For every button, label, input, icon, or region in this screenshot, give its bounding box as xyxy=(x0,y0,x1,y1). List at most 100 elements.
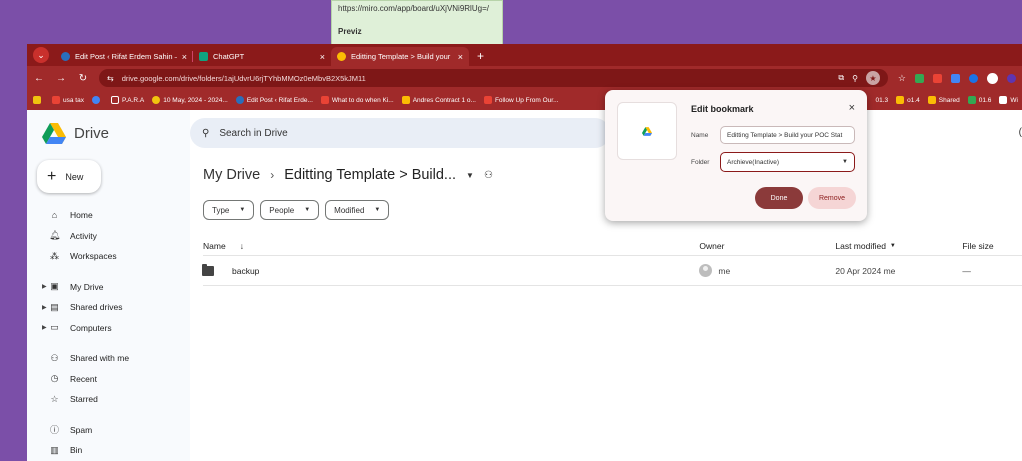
sort-arrow-icon[interactable]: ↓ xyxy=(240,241,244,251)
bookmark-folder[interactable]: P.A.R.A xyxy=(110,96,144,104)
sidebar-item-shared-drives[interactable]: ▶ ▤ Shared drives xyxy=(27,297,190,318)
drive-icon xyxy=(401,96,410,104)
my-drive-icon: ▣ xyxy=(50,281,59,292)
remove-button[interactable]: Remove xyxy=(808,187,856,209)
extension-icon[interactable] xyxy=(987,72,998,84)
breadcrumb-current[interactable]: Editting Template > Build... xyxy=(284,167,456,183)
filter-people[interactable]: People ▼ xyxy=(260,200,320,220)
sidebar-item-spam[interactable]: ⓘ Spam xyxy=(27,420,190,441)
bookmark-item[interactable]: Edit Post ‹ Rifat Erde... xyxy=(235,96,313,104)
filter-modified[interactable]: Modified ▼ xyxy=(325,200,390,220)
drive-icon xyxy=(337,52,346,61)
reload-icon[interactable]: ↻ xyxy=(77,73,89,84)
sidebar-item-starred[interactable]: ☆ Starred xyxy=(27,389,190,410)
sidebar-item-bin[interactable]: ▥ Bin xyxy=(27,440,190,461)
search-input[interactable]: ⚲ Search in Drive xyxy=(190,118,610,148)
bookmark-item[interactable]: 01.6 xyxy=(967,96,991,104)
clock-icon: ◷ xyxy=(50,373,59,384)
back-icon[interactable]: ← xyxy=(33,73,45,84)
computer-icon: ▭ xyxy=(50,322,59,333)
sidebar-item-my-drive[interactable]: ▶ ▣ My Drive xyxy=(27,277,190,298)
gmail-icon xyxy=(320,96,329,104)
cell-owner: me xyxy=(699,264,835,277)
tab-chatgpt[interactable]: ChatGPT × xyxy=(193,47,331,66)
bookmarks-bar: usa tax P.A.R.A 10 May, 2024 - 2024... E… xyxy=(27,90,1022,110)
expand-caret-icon[interactable]: ▶ xyxy=(42,324,47,331)
help-icon[interactable]: ( xyxy=(1019,127,1022,138)
close-tab-icon[interactable]: × xyxy=(182,52,187,62)
tab-drive[interactable]: Editting Template > Build your × xyxy=(331,47,469,66)
new-tab-icon[interactable]: + xyxy=(477,49,484,63)
bookmark-name-input[interactable]: Editting Template > Build your POC Stat xyxy=(720,126,855,144)
bookmark-thumbnail xyxy=(617,102,677,160)
sidebar-item-workspaces[interactable]: ⁂ Workspaces xyxy=(27,246,190,267)
bookmark-item[interactable] xyxy=(33,96,44,104)
folder-select[interactable]: Archieve(Inactive) ▼ xyxy=(720,152,855,172)
bookmark-item[interactable]: usa tax xyxy=(52,96,84,104)
close-tab-icon[interactable]: × xyxy=(320,52,325,62)
shared-folder-icon[interactable]: ⚇ xyxy=(484,170,493,181)
expand-caret-icon[interactable]: ▶ xyxy=(42,283,47,290)
edit-bookmark-dialog: Edit bookmark × Name Editting Template >… xyxy=(605,90,867,221)
bookmarks-bar-right: 01.3 o1.4 Shared 01.6 Wi xyxy=(875,96,1022,104)
close-tab-icon[interactable]: × xyxy=(458,52,463,62)
avatar xyxy=(699,264,713,277)
filter-type[interactable]: Type ▼ xyxy=(203,200,255,220)
column-name[interactable]: Name ↓ xyxy=(203,241,699,251)
bookmark-item[interactable]: 01.3 xyxy=(875,96,888,104)
new-button[interactable]: + New xyxy=(37,160,101,193)
bookmark-favicon xyxy=(999,96,1008,104)
sidebar-item-recent[interactable]: ◷ Recent xyxy=(27,369,190,390)
sidebar: Drive + New ⌂ Home 🔔︎ Activity ⁂ Workspaces… xyxy=(27,110,190,461)
bookmark-star-icon[interactable]: ★ xyxy=(865,71,880,85)
extension-icon[interactable] xyxy=(951,73,960,83)
sidebar-item-activity[interactable]: 🔔︎ Activity xyxy=(27,226,190,247)
drive-icon xyxy=(927,96,936,104)
bookmark-item[interactable]: Follow Up From Our... xyxy=(483,96,559,104)
star-icon: ☆ xyxy=(50,393,59,404)
table-row[interactable]: backup me 20 Apr 2024 me — xyxy=(202,256,1022,286)
column-last-modified[interactable]: Last modified ▼ xyxy=(835,241,962,251)
close-icon[interactable]: × xyxy=(849,102,855,114)
address-bar[interactable]: ⇆ drive.google.com/drive/folders/1ajUdvr… xyxy=(99,69,888,87)
home-icon: ⌂ xyxy=(51,210,58,221)
file-name: backup xyxy=(232,265,260,276)
forward-icon[interactable]: → xyxy=(55,73,67,84)
bookmark-item[interactable]: Shared xyxy=(927,96,960,104)
star-extension-icon[interactable]: ☆ xyxy=(898,73,906,84)
tab-search-icon[interactable]: ⌄ xyxy=(33,47,49,63)
toolbar: ← → ↻ ⇆ drive.google.com/drive/folders/1… xyxy=(27,66,1022,90)
drive-logo-icon xyxy=(42,123,66,144)
folder-icon xyxy=(110,96,119,104)
people-icon: ⚇ xyxy=(50,352,59,363)
tab-edit-post[interactable]: Edit Post ‹ Rifat Erdem Sahin — × xyxy=(55,47,193,66)
breadcrumb-root[interactable]: My Drive xyxy=(203,167,260,183)
bookmark-item[interactable]: Andres Contract 1 o... xyxy=(401,96,476,104)
sidebar-item-computers[interactable]: ▶ ▭ Computers xyxy=(27,318,190,339)
new-label: New xyxy=(65,171,84,182)
open-in-app-icon[interactable]: ⧉ xyxy=(838,73,844,83)
bookmark-item[interactable]: Wi xyxy=(999,96,1018,104)
chevron-down-icon: ▼ xyxy=(842,159,848,165)
drive-logo[interactable]: Drive xyxy=(42,123,109,144)
extension-icon[interactable] xyxy=(933,73,942,83)
extension-icon[interactable] xyxy=(915,73,924,83)
sidebar-item-shared-with-me[interactable]: ⚇ Shared with me xyxy=(27,348,190,369)
done-button[interactable]: Done xyxy=(755,187,803,209)
extension-icon[interactable] xyxy=(1007,73,1016,83)
expand-caret-icon[interactable]: ▶ xyxy=(42,304,47,311)
tab-title: Edit Post ‹ Rifat Erdem Sahin — xyxy=(75,52,177,61)
bookmark-item[interactable]: o1.4 xyxy=(896,96,920,104)
extension-icon[interactable] xyxy=(969,73,978,83)
sidebar-nav: ⌂ Home 🔔︎ Activity ⁂ Workspaces ▶ ▣ My Drive … xyxy=(27,205,190,461)
zoom-icon[interactable]: ⚲ xyxy=(852,74,858,83)
chevron-down-icon: ▼ xyxy=(239,207,246,213)
folder-label: Folder xyxy=(691,159,710,166)
cell-size: — xyxy=(962,265,971,276)
bookmark-item[interactable] xyxy=(91,96,103,104)
bookmark-item[interactable]: What to do when Ki... xyxy=(320,96,394,104)
sidebar-item-home[interactable]: ⌂ Home xyxy=(27,205,190,226)
chevron-down-icon[interactable]: ▼ xyxy=(466,171,474,180)
site-info-icon[interactable]: ⇆ xyxy=(107,74,114,83)
bookmark-item[interactable]: 10 May, 2024 - 2024... xyxy=(152,96,228,104)
